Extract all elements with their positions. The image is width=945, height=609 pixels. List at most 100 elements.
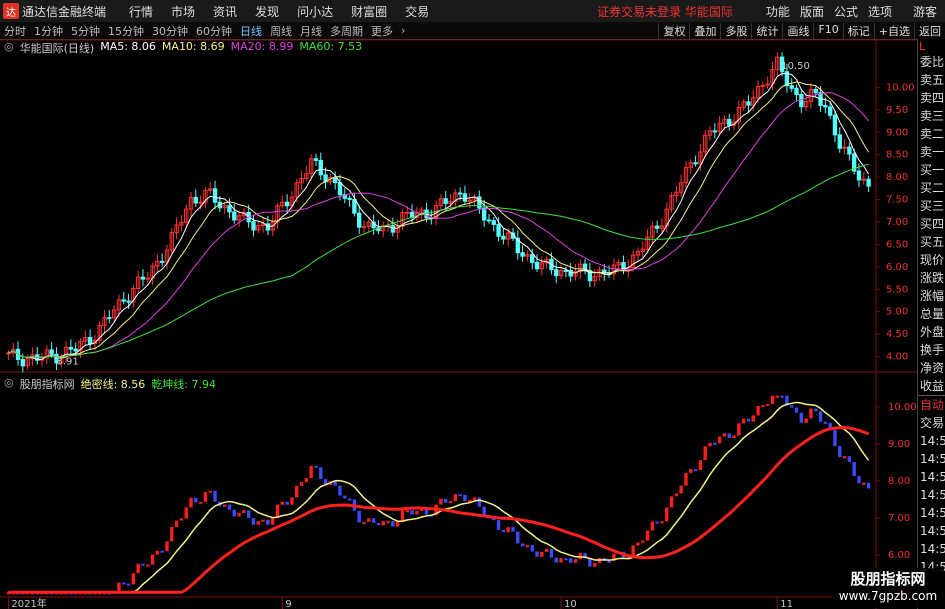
indicator-bar (410, 510, 414, 515)
indicator-bar (698, 460, 703, 471)
indicator-bar (732, 435, 736, 439)
side-panel-item[interactable]: 涨幅 (918, 287, 945, 305)
candle-body (20, 358, 26, 367)
indicator-bar (780, 395, 784, 398)
side-panel-item[interactable]: 总量 (918, 305, 945, 323)
indicator-bar (448, 501, 453, 504)
side-panel-sub-item[interactable]: 交易 (918, 414, 945, 432)
indicator-bar (237, 512, 241, 517)
indicator-bar (559, 558, 563, 563)
indicator-bar (751, 415, 755, 422)
indicator-bar (717, 436, 722, 444)
side-panel-item[interactable]: 净资 (918, 359, 945, 377)
side-panel-item[interactable]: 卖二 (918, 125, 945, 143)
high-price-label: 10.50 (781, 61, 810, 72)
indicator-bar (439, 498, 443, 505)
indicator-bar (174, 520, 179, 527)
indicator-bar (458, 494, 462, 497)
side-panel-item[interactable]: 换手 (918, 341, 945, 359)
indicator-bar (833, 429, 837, 447)
indicator-bar (737, 423, 741, 436)
indicator-bar (170, 526, 174, 542)
indicator-bar (213, 490, 217, 502)
side-panel-item[interactable]: 委比 (918, 53, 945, 71)
candle-body (799, 94, 804, 108)
side-panel-sub-item[interactable]: 14:56 (918, 540, 945, 558)
tool-back[interactable]: 返回 (914, 22, 945, 39)
side-panel-sub-item[interactable]: 14:56 (918, 522, 945, 540)
side-panel-sub-item[interactable]: 14:56 (918, 504, 945, 522)
side-panel-sub-item[interactable]: 14:56 (918, 486, 945, 504)
indicator-bar (376, 522, 381, 526)
legend-ma20: MA20: 8.99 (230, 40, 294, 53)
side-panel-item[interactable]: 卖四 (918, 89, 945, 107)
candle-body (145, 277, 150, 280)
y-tick-label: 9.00 (888, 439, 910, 450)
side-panel-sub-item[interactable]: 自动 (918, 395, 945, 414)
side-panel-sub-item[interactable]: 14:56 (918, 432, 945, 450)
indicator-bar (463, 494, 467, 501)
indicator-bar (319, 467, 323, 480)
side-panel-item[interactable]: 外盘 (918, 323, 945, 341)
indicator-bar (516, 531, 520, 544)
kline-chart[interactable]: 4.00 4.50 5.00 5.50 6.00 6.50 7.00 7.50 8.00 8.50… (0, 0, 917, 609)
candle-body (563, 269, 569, 272)
indicator-bar (669, 496, 674, 508)
candle-body (813, 88, 818, 94)
indicator-bar (391, 521, 395, 527)
indicator-bar (530, 545, 534, 552)
indicator-bar (684, 472, 688, 486)
x-tick-label: 10 (564, 599, 577, 609)
candle-body (361, 225, 367, 228)
indicator-bar (665, 507, 669, 522)
side-panel-sub-item[interactable]: 14:56 (918, 450, 945, 468)
ma20-line (8, 92, 869, 358)
legend-toggle-icon[interactable]: ◎ (4, 40, 14, 56)
candle-body (856, 170, 862, 181)
ma5-line (8, 72, 870, 361)
low-price-label: 3.91 (56, 357, 78, 368)
indicator-bar (343, 495, 347, 499)
candle-body (212, 188, 218, 203)
candle-body (837, 134, 842, 149)
y-tick-label: 5.00 (886, 307, 908, 318)
side-panel-item[interactable]: 现价 (918, 251, 945, 269)
y-tick-label: 7.50 (886, 195, 908, 206)
candle-body (265, 223, 271, 231)
side-panel-item[interactable]: 买二 (918, 179, 945, 197)
side-panel-item[interactable]: 买三 (918, 197, 945, 215)
side-panel-item[interactable]: 涨跌 (918, 269, 945, 287)
candle-body (405, 211, 410, 214)
y-tick-label: 7.00 (886, 217, 908, 228)
candle-body (318, 159, 323, 176)
candle-body (193, 196, 199, 204)
side-panel-sub-item[interactable]: 14:56 (918, 468, 945, 486)
side-panel-item[interactable]: 卖五 (918, 71, 945, 89)
side-panel-item[interactable]: 买一 (918, 161, 945, 179)
main-chart-title: 华能国际(日线) (19, 42, 95, 55)
side-panel-item[interactable]: 买五 (918, 233, 945, 251)
y-tick-label: 9.50 (886, 105, 908, 116)
indicator-bar (266, 519, 270, 525)
indicator-bar (511, 527, 515, 532)
candle-body (827, 106, 833, 116)
indicator-bar (713, 442, 717, 445)
candle-body (847, 146, 852, 155)
indicator-bar (770, 395, 775, 404)
indicator-bar (746, 418, 751, 422)
indicator-bar (280, 501, 285, 505)
side-panel-item[interactable]: 卖一 (918, 143, 945, 161)
side-panel-item[interactable]: 收益 (918, 377, 945, 395)
legend-toggle-icon[interactable]: ◎ (4, 376, 14, 392)
side-panel-item[interactable]: 卖三 (918, 107, 945, 125)
indicator-bar (823, 421, 828, 424)
indicator-bar (400, 510, 405, 522)
y-tick-label: 5.50 (886, 284, 908, 295)
side-panel-item[interactable]: 买四 (918, 215, 945, 233)
side-badge: L (919, 40, 926, 53)
indicator-bar (631, 545, 635, 556)
indicator-bar (862, 482, 866, 485)
candle-body (496, 223, 501, 237)
y-tick-label: 10.00 (888, 402, 917, 413)
quote-side-panel: 委比 卖五 卖四 卖三 卖二 卖一 买一 买二 买三 买四 买五 现价 涨跌 涨幅 总量 外盘 换手 净资 收益 自动… (917, 39, 945, 609)
